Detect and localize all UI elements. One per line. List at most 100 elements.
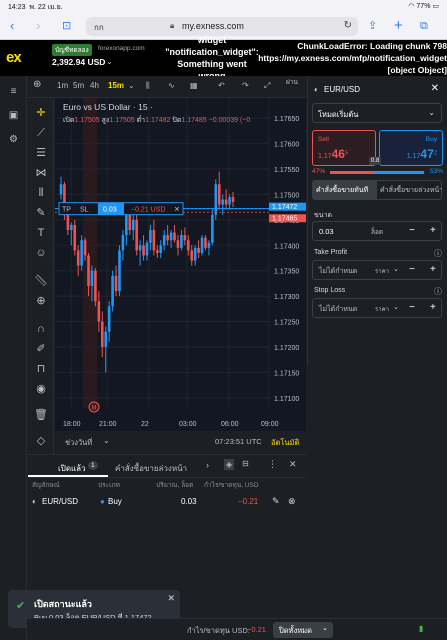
- info-icon[interactable]: ⓘ: [434, 286, 442, 297]
- tp-unit[interactable]: ราคา: [375, 266, 389, 276]
- info-icon[interactable]: ⓘ: [434, 248, 442, 259]
- lock-drawing-icon[interactable]: ✐: [33, 342, 49, 356]
- close-icon[interactable]: ✕: [431, 83, 439, 94]
- lock-icon[interactable]: ⊓: [33, 362, 49, 376]
- volume-input[interactable]: 0.03: [319, 227, 334, 236]
- chunk-error-line: [object Object]: [387, 65, 447, 75]
- publish-button[interactable]: ผ่าน: [286, 79, 304, 87]
- account-balance[interactable]: 2,392.94 USD: [52, 57, 105, 67]
- brush-icon[interactable]: ✎: [33, 206, 49, 220]
- prediction-icon[interactable]: ⫴: [33, 186, 49, 200]
- candle-body: [169, 232, 173, 241]
- reload-icon[interactable]: ↻: [344, 20, 352, 31]
- sl-input[interactable]: ไม่ได้กำหนด: [319, 304, 357, 315]
- trendline-icon[interactable]: ⟋: [33, 126, 49, 140]
- price-chart[interactable]: 1.176501.176001.175501.175001.174501.174…: [55, 98, 306, 431]
- chevron-down-icon[interactable]: ⌄: [106, 57, 113, 66]
- layout-icon[interactable]: ▦: [190, 81, 198, 90]
- indicators-icon[interactable]: ∿: [168, 81, 175, 90]
- bar-type-icon[interactable]: ⫼: [146, 81, 150, 91]
- tab-market[interactable]: คำสั่งซื้อขายทันที: [313, 181, 377, 199]
- more-icon[interactable]: ⋮: [268, 459, 277, 470]
- candle-body: [100, 321, 104, 347]
- candle-body: [217, 184, 221, 205]
- fullscreen-icon[interactable]: ⤢: [264, 81, 270, 91]
- tab-open-positions[interactable]: เปิดแล้ว 1: [28, 455, 108, 477]
- plus-icon[interactable]: +: [430, 264, 436, 275]
- chevron-down-icon[interactable]: ⌄: [128, 81, 135, 90]
- plus-icon[interactable]: +: [430, 302, 436, 313]
- close-all-button[interactable]: ปิดทั้งหมด ⌄: [273, 622, 333, 638]
- auto-scale-button[interactable]: อัตโนมัติ: [271, 437, 299, 449]
- stop-loss-field[interactable]: ไม่ได้กำหนด ราคา ⌄ − +: [312, 298, 442, 318]
- tab-pending-orders[interactable]: คำสั่งซื้อขายล่วงหน้า: [115, 462, 187, 475]
- timeframe-5m[interactable]: 5m: [73, 81, 84, 90]
- candle-body: [128, 214, 132, 231]
- magnet-icon[interactable]: ∩: [33, 322, 49, 336]
- timeframe-1m[interactable]: 1m: [57, 81, 68, 90]
- settings-icon[interactable]: ⚙: [7, 134, 20, 146]
- minus-icon[interactable]: −: [409, 225, 415, 236]
- date-range-button[interactable]: ช่วงวันที่: [65, 437, 92, 449]
- candle-body: [152, 230, 156, 251]
- buy-button[interactable]: Buy 1.17472: [379, 130, 443, 166]
- exness-logo[interactable]: ex: [6, 49, 22, 66]
- order-mode-select[interactable]: โหมดเริ่มต้น ⌄: [312, 103, 442, 123]
- plus-icon[interactable]: +: [430, 225, 436, 236]
- list-icon[interactable]: ⊟: [242, 459, 249, 468]
- chevron-right-icon[interactable]: ›: [206, 460, 209, 470]
- chevron-down-icon[interactable]: ⌄: [393, 303, 399, 311]
- candle-body: [193, 247, 197, 261]
- candle-body: [159, 245, 163, 253]
- tabs-icon[interactable]: ⧉: [420, 18, 428, 34]
- close-position-icon[interactable]: ⊗: [288, 496, 296, 507]
- candle-body: [228, 196, 231, 205]
- volume-stepper[interactable]: 0.03 ล็อต − +: [312, 221, 442, 241]
- flag-icon: ◐: [314, 85, 319, 94]
- timeframe-4h[interactable]: 4h: [90, 81, 99, 90]
- take-profit-field[interactable]: ไม่ได้กำหนด ราคา ⌄ − +: [312, 260, 442, 280]
- zoom-icon[interactable]: ⊕: [33, 294, 49, 308]
- table-row[interactable]: ◐ EUR/USD ● Buy 0.03 −0.21 ✎ ⊗: [28, 492, 306, 512]
- emoji-icon[interactable]: ☺: [33, 246, 49, 260]
- ruler-icon[interactable]: 📏︎: [33, 274, 49, 288]
- sell-sentiment: 47%: [312, 168, 326, 175]
- eye-icon[interactable]: ◉: [33, 382, 49, 396]
- menu-icon[interactable]: ≡: [7, 86, 20, 98]
- timeframe-15m[interactable]: 15m: [108, 81, 124, 90]
- sell-price-sup: 5: [344, 150, 349, 157]
- crosshair-icon[interactable]: ✛: [33, 106, 49, 120]
- forward-icon[interactable]: ›: [36, 18, 40, 34]
- reader-options[interactable]: กก: [94, 21, 104, 34]
- fib-icon[interactable]: ☰: [33, 146, 49, 160]
- minus-icon[interactable]: −: [409, 264, 415, 275]
- expand-icon[interactable]: ◇: [33, 434, 49, 448]
- add-icon[interactable]: ⊕: [33, 79, 41, 90]
- sell-label: Sell: [318, 136, 329, 143]
- chevron-down-icon[interactable]: ⌄: [393, 265, 399, 273]
- edit-icon[interactable]: ✎: [272, 496, 280, 507]
- candle-body: [156, 250, 159, 253]
- pattern-icon[interactable]: ⋈: [33, 166, 49, 180]
- close-icon[interactable]: ✕: [167, 593, 175, 604]
- undo-icon[interactable]: ↶: [218, 81, 225, 90]
- bookmarks-icon[interactable]: ⊡: [62, 18, 71, 34]
- event-marker-label: M: [92, 406, 97, 412]
- tab-pending[interactable]: คำสั่งซื้อขายล่วงหน้า: [380, 185, 442, 196]
- close-icon[interactable]: ✕: [289, 459, 297, 470]
- redo-icon[interactable]: ↷: [242, 81, 249, 90]
- back-icon[interactable]: ‹: [10, 18, 14, 34]
- footer-pl-label: กำไร/ขาดทุน USD:: [187, 626, 250, 635]
- calendar-icon[interactable]: ▣: [7, 110, 20, 122]
- text-icon[interactable]: T: [33, 226, 49, 240]
- sell-button[interactable]: Sell 1.17465: [312, 130, 376, 166]
- utc-clock[interactable]: 07:23:51 UTC: [215, 437, 262, 446]
- sl-unit[interactable]: ราคา: [375, 304, 389, 314]
- share-icon[interactable]: ⇪: [368, 18, 377, 34]
- minus-icon[interactable]: −: [409, 302, 415, 313]
- trash-icon[interactable]: 🗑︎: [33, 408, 49, 422]
- tp-input[interactable]: ไม่ได้กำหนด: [319, 266, 357, 277]
- layers-icon[interactable]: ◈: [224, 459, 235, 470]
- chevron-down-icon[interactable]: ⌄: [103, 436, 110, 445]
- new-tab-icon[interactable]: +: [394, 18, 403, 34]
